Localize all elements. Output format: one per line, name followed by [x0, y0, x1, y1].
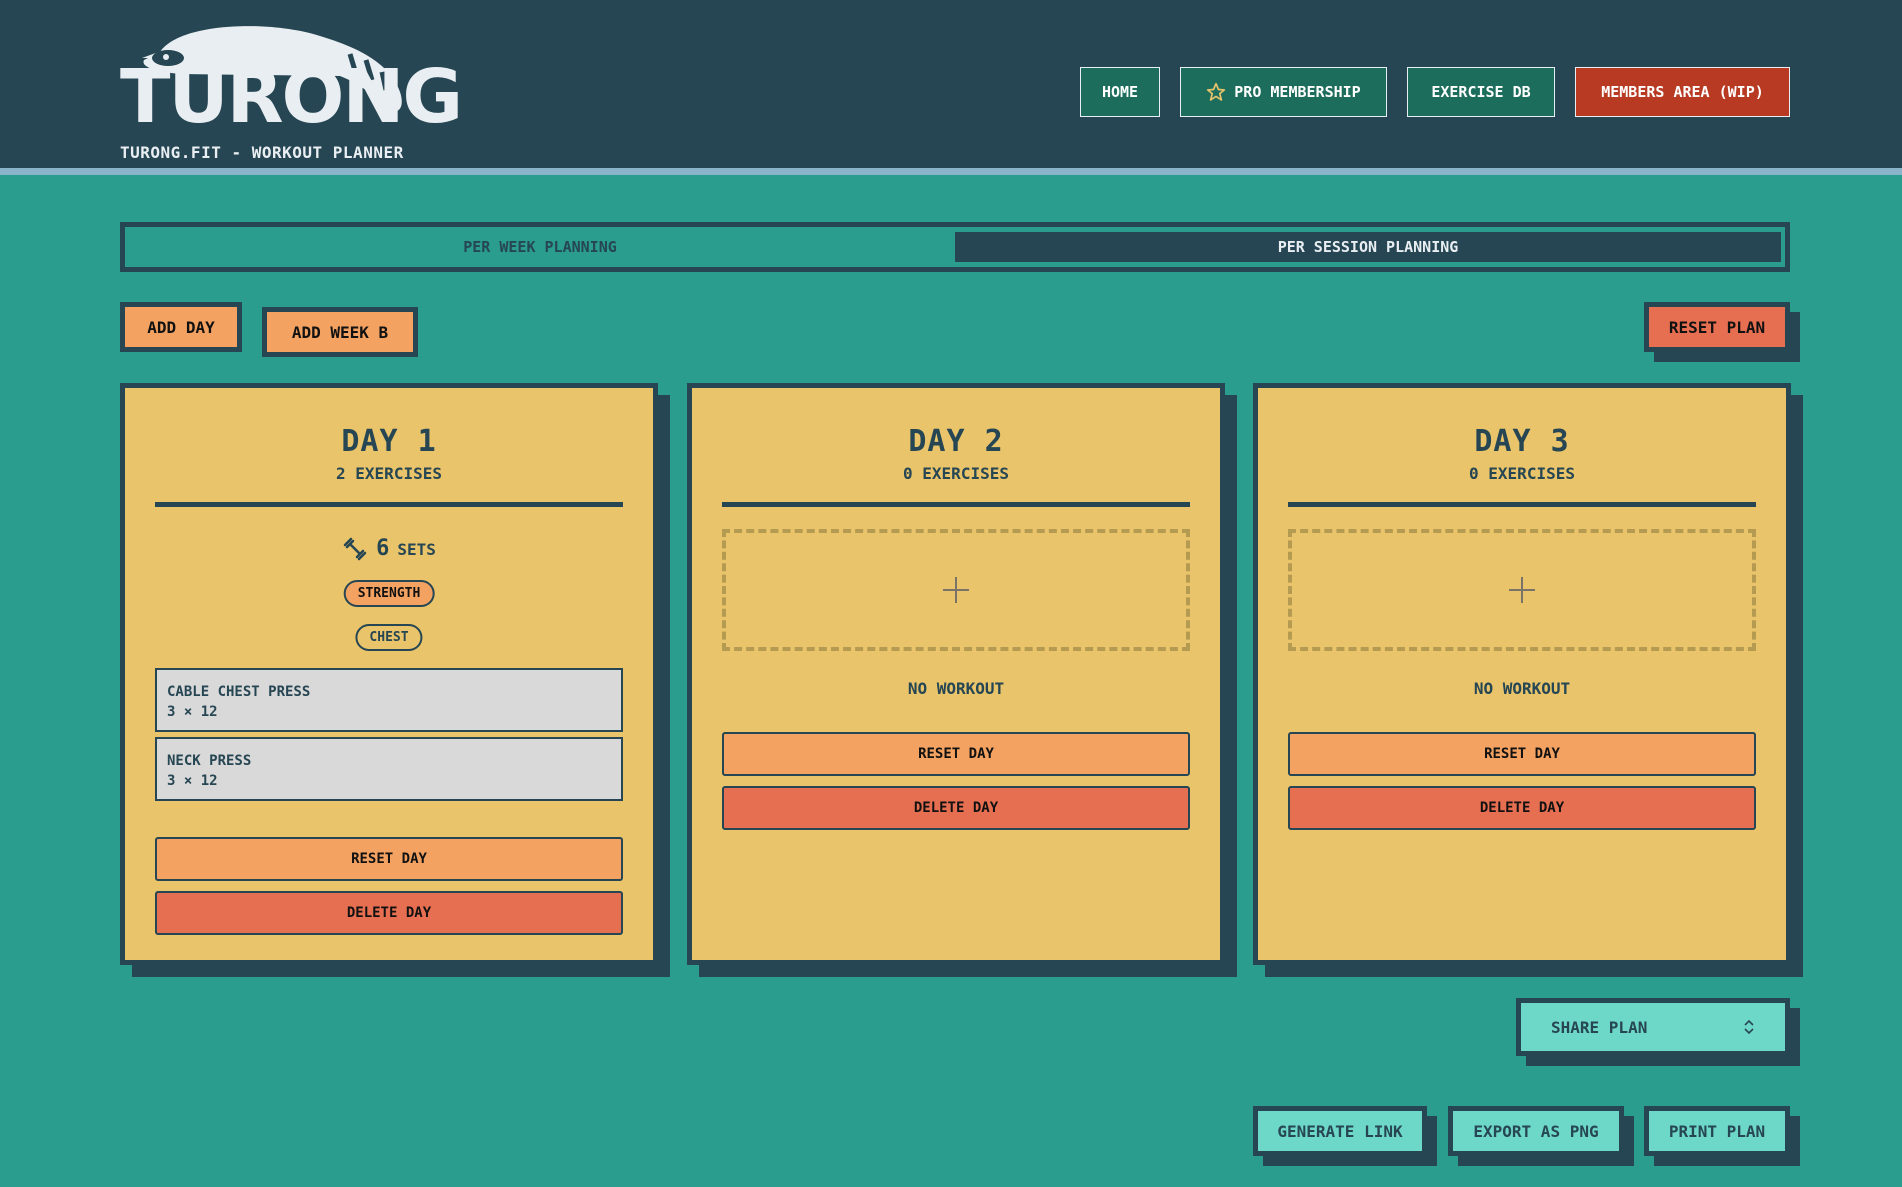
plus-icon	[1509, 577, 1535, 603]
divider	[722, 502, 1190, 507]
no-workout-label: NO WORKOUT	[907, 679, 1005, 698]
nav-pro-label: PRO MEMBERSHIP	[1234, 83, 1361, 101]
share-plan-select[interactable]: SHARE PLAN	[1516, 998, 1790, 1056]
day-title: DAY 1	[341, 424, 437, 459]
exercise-name: NECK PRESS	[167, 753, 252, 769]
plus-icon	[943, 577, 969, 603]
nav-pro-membership-button[interactable]: PRO MEMBERSHIP	[1180, 67, 1387, 117]
day-title: DAY 3	[1474, 424, 1570, 459]
day-card-2: DAY 2 0 EXERCISES NO WORKOUT RESET DAY D…	[687, 383, 1225, 965]
export-png-button[interactable]: EXPORT AS PNG	[1448, 1106, 1624, 1156]
nav-home-label: HOME	[1101, 83, 1139, 101]
day-title: DAY 2	[908, 424, 1004, 459]
add-workout-dropzone[interactable]	[1288, 529, 1756, 651]
tag-chest: CHEST	[355, 624, 423, 651]
generate-link-label: GENERATE LINK	[1277, 1121, 1403, 1141]
dumbbell-icon	[343, 537, 367, 561]
nav-members-label: MEMBERS AREA (WIP)	[1601, 83, 1764, 101]
delete-day-button[interactable]: DELETE DAY	[1288, 786, 1756, 830]
exercise-name: CABLE CHEST PRESS	[167, 684, 311, 700]
exercise-reps: 3 × 12	[167, 704, 218, 720]
planning-mode-toggle: PER WEEK PLANNING PER SESSION PLANNING	[120, 222, 1790, 272]
generate-link-button[interactable]: GENERATE LINK	[1253, 1106, 1427, 1156]
add-week-b-button[interactable]: ADD WEEK B	[262, 307, 418, 357]
delete-day-button[interactable]: DELETE DAY	[722, 786, 1190, 830]
reset-day-button[interactable]: RESET DAY	[1288, 732, 1756, 776]
star-icon	[1207, 82, 1226, 101]
sets-label: SETS	[397, 540, 436, 559]
nav-exercise-db-label: EXERCISE DB	[1431, 83, 1531, 101]
site-tagline: TURONG.FIT - WORKOUT PLANNER	[120, 143, 404, 162]
tag-strength: STRENGTH	[343, 580, 435, 607]
print-plan-button[interactable]: PRINT PLAN	[1644, 1106, 1790, 1156]
add-week-b-label: ADD WEEK B	[291, 322, 389, 342]
day-exercise-count: 0 EXERCISES	[1469, 464, 1575, 483]
sets-summary: 6 SETS	[125, 536, 653, 562]
reset-day-button[interactable]: RESET DAY	[155, 837, 623, 881]
reset-day-button[interactable]: RESET DAY	[722, 732, 1190, 776]
day-card-1: DAY 1 2 EXERCISES 6 SETS STRENGTH CHEST …	[120, 383, 658, 965]
site-header: TURONG TURONG.FIT - WORKOUT PLANNER HOME…	[0, 0, 1902, 175]
print-plan-label: PRINT PLAN	[1668, 1121, 1766, 1141]
chevron-updown-icon	[1744, 1019, 1754, 1035]
nav-exercise-db-button[interactable]: EXERCISE DB	[1407, 67, 1555, 117]
add-day-label: ADD DAY	[147, 317, 215, 337]
divider	[155, 502, 623, 507]
exercise-item[interactable]: CABLE CHEST PRESS 3 × 12	[155, 668, 623, 732]
nav-home-button[interactable]: HOME	[1080, 67, 1160, 117]
add-day-button[interactable]: ADD DAY	[120, 302, 242, 352]
day-exercise-count: 2 EXERCISES	[336, 464, 442, 483]
sets-count: 6	[376, 536, 390, 561]
export-png-label: EXPORT AS PNG	[1473, 1121, 1599, 1141]
day-exercise-count: 0 EXERCISES	[903, 464, 1009, 483]
logo-wordmark[interactable]: TURONG	[120, 60, 463, 134]
exercise-reps: 3 × 12	[167, 773, 218, 789]
exercise-item[interactable]: NECK PRESS 3 × 12	[155, 737, 623, 801]
tab-per-session-planning[interactable]: PER SESSION PLANNING	[955, 232, 1781, 262]
day-card-3: DAY 3 0 EXERCISES NO WORKOUT RESET DAY D…	[1253, 383, 1791, 965]
nav-members-area-button[interactable]: MEMBERS AREA (WIP)	[1575, 67, 1790, 117]
tab-per-week-planning[interactable]: PER WEEK PLANNING	[130, 232, 950, 262]
delete-day-button[interactable]: DELETE DAY	[155, 891, 623, 935]
reset-plan-label: RESET PLAN	[1668, 317, 1766, 337]
no-workout-label: NO WORKOUT	[1473, 679, 1571, 698]
divider	[1288, 502, 1756, 507]
add-workout-dropzone[interactable]	[722, 529, 1190, 651]
share-plan-label: SHARE PLAN	[1551, 1017, 1648, 1037]
reset-plan-button[interactable]: RESET PLAN	[1644, 302, 1790, 352]
